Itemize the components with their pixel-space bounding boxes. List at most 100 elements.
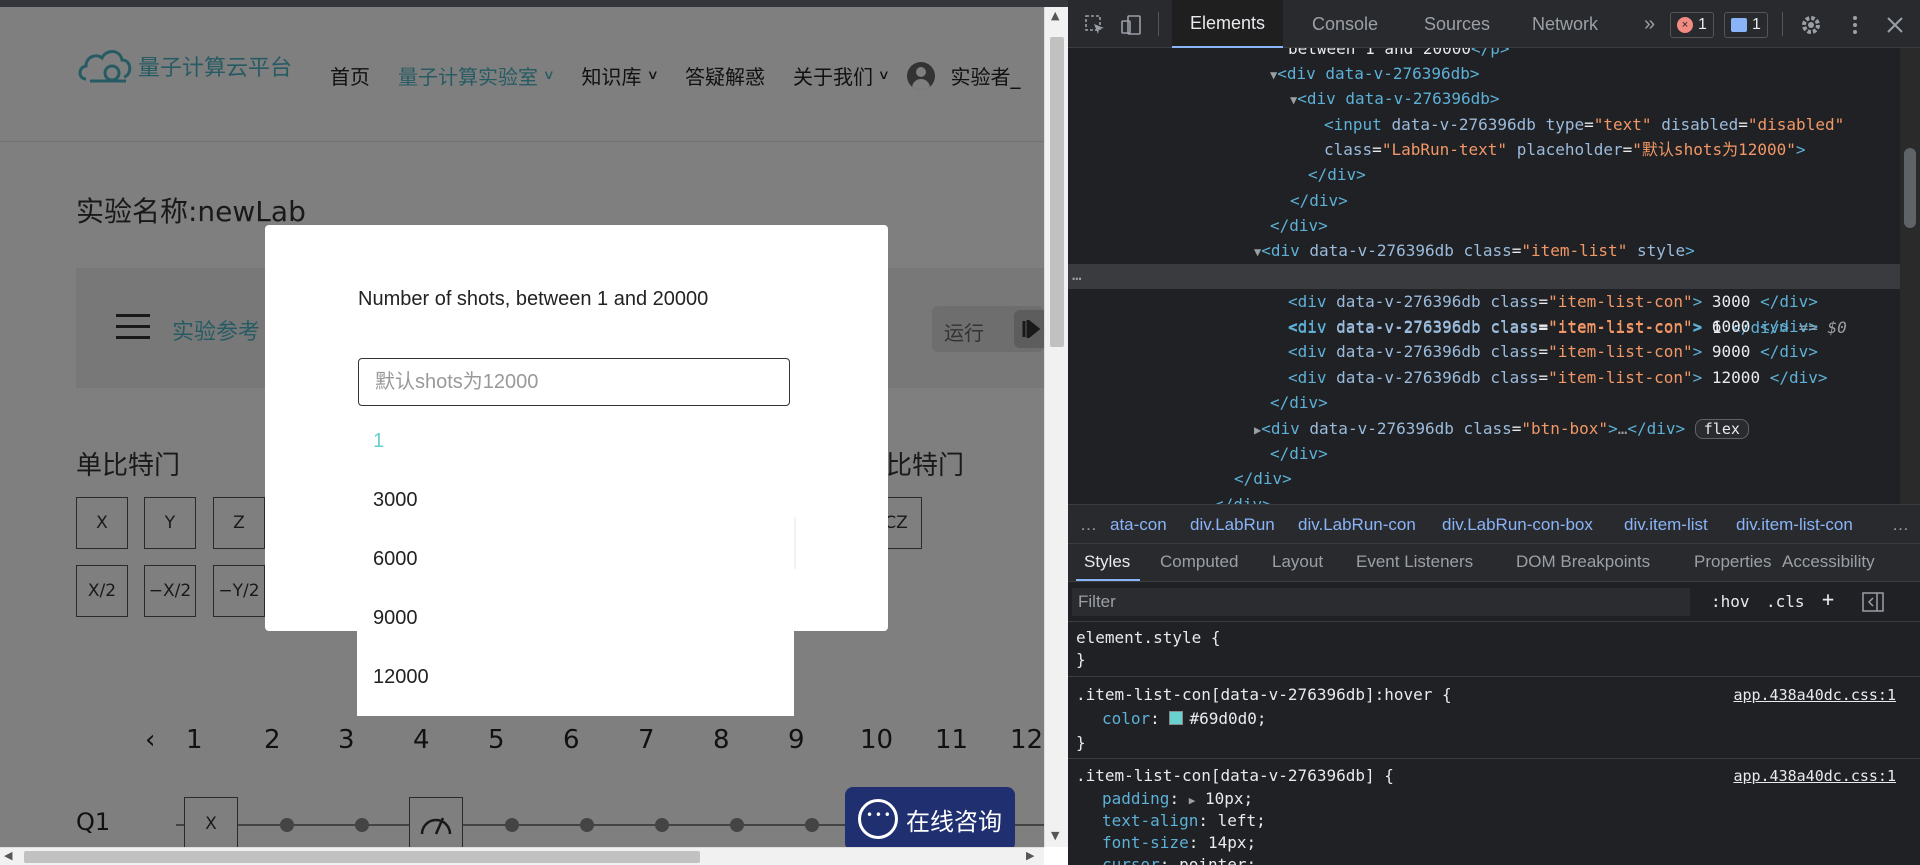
dom-node-close[interactable]: </div>	[1234, 466, 1292, 491]
dom-node-close[interactable]: </div>	[1214, 492, 1272, 504]
dom-node[interactable]: ▼<div data-v-276396db>	[1290, 86, 1500, 111]
dom-node-input-cont[interactable]: class="LabRun-text" placeholder="默认shots…	[1324, 137, 1806, 162]
rule-declaration[interactable]: cursor: pointer;	[1102, 854, 1256, 865]
styles-filter-row: :hov .cls +	[1068, 582, 1920, 622]
rule-declaration[interactable]: font-size: 14px;	[1102, 832, 1256, 854]
online-consult-button[interactable]: 在线咨询	[845, 787, 1015, 851]
subtab-properties[interactable]: Properties	[1694, 552, 1771, 572]
rule-declaration[interactable]: color: #69d0d0;	[1102, 708, 1267, 730]
styles-filter-input[interactable]	[1072, 588, 1690, 616]
subtab-accessibility[interactable]: Accessibility	[1782, 552, 1875, 572]
devtools-panel: Elements Console Sources Network » × 1 1…	[1068, 0, 1920, 865]
shots-options-list: 1 3000 6000 9000 12000	[357, 412, 794, 716]
dom-node-close[interactable]: </div>	[1290, 188, 1348, 213]
class-toggle[interactable]: .cls	[1766, 592, 1805, 611]
scroll-right-icon[interactable]: ▶	[1026, 849, 1034, 862]
scrollbar-thumb[interactable]	[1050, 37, 1064, 347]
flex-badge[interactable]: flex	[1694, 419, 1749, 439]
dom-node-btn-box[interactable]: ▶<div data-v-276396db class="btn-box">…<…	[1254, 416, 1749, 441]
close-devtools-icon[interactable]	[1884, 14, 1906, 36]
dom-node-input[interactable]: <input data-v-276396db type="text" disab…	[1324, 112, 1844, 137]
dom-node-item[interactable]: <div data-v-276396db class="item-list-co…	[1288, 339, 1818, 364]
dom-tree-scrollbar[interactable]	[1900, 48, 1920, 504]
subtab-layout[interactable]: Layout	[1272, 552, 1323, 572]
breadcrumb-item[interactable]: ata-con	[1110, 515, 1167, 535]
scroll-up-icon[interactable]: ▲	[1051, 9, 1059, 22]
scroll-down-icon[interactable]: ▼	[1051, 829, 1059, 842]
error-count-badge[interactable]: × 1	[1670, 12, 1714, 38]
tabbar-divider	[1158, 12, 1159, 36]
dom-node-close[interactable]: </div>	[1270, 390, 1328, 415]
scrollbar-thumb[interactable]	[24, 851, 700, 863]
dom-node-item[interactable]: <div data-v-276396db class="item-list-co…	[1288, 314, 1818, 339]
shots-option[interactable]: 12000	[357, 648, 794, 707]
shots-option[interactable]: 9000	[357, 589, 794, 648]
rule-selector[interactable]: .item-list-con[data-v-276396db]:hover {	[1076, 684, 1452, 706]
inspect-element-icon[interactable]	[1084, 14, 1106, 36]
message-icon	[1731, 18, 1747, 32]
toggle-sidebar-icon[interactable]	[1862, 592, 1884, 612]
active-subtab-indicator	[1076, 579, 1140, 581]
dom-node[interactable]: ▼<div data-v-276396db>	[1270, 61, 1480, 86]
tab-sources[interactable]: Sources	[1406, 0, 1508, 48]
rule-declaration[interactable]: text-align: left;	[1102, 810, 1266, 832]
devtools-tabbar: Elements Console Sources Network » × 1 1	[1068, 0, 1920, 48]
new-rule-icon[interactable]: +	[1822, 587, 1834, 611]
subtab-dom-breakpoints[interactable]: DOM Breakpoints	[1516, 552, 1650, 572]
browser-top-edge	[0, 0, 1068, 7]
rule-declaration[interactable]: padding: ▶ 10px;	[1102, 788, 1253, 812]
rule-brace: }	[1076, 650, 1086, 669]
dom-node-close[interactable]: </div>	[1270, 213, 1328, 238]
dom-breadcrumbs: … ata-con div.LabRun div.LabRun-con div.…	[1068, 504, 1920, 544]
error-icon: ×	[1677, 17, 1693, 33]
tabbar-divider	[1782, 12, 1783, 36]
rule-selector[interactable]: .item-list-con[data-v-276396db] {	[1076, 765, 1394, 787]
page-vertical-scrollbar[interactable]: ▲ ▼	[1044, 7, 1068, 847]
rule-source-link[interactable]: app.438a40dc.css:1	[1733, 765, 1896, 787]
rule-selector[interactable]: element.style {	[1076, 627, 1221, 649]
dom-node-item-list[interactable]: ▼<div data-v-276396db class="item-list" …	[1254, 238, 1695, 263]
device-toolbar-icon[interactable]	[1120, 14, 1142, 36]
dom-ellipsis-icon: …	[1072, 265, 1082, 284]
shots-prompt: Number of shots, between 1 and 20000	[358, 288, 709, 310]
more-tabs-icon[interactable]: »	[1626, 0, 1673, 48]
dropdown-edge	[794, 517, 796, 569]
tab-network[interactable]: Network	[1514, 0, 1616, 48]
breadcrumb-item[interactable]: div.item-list-con	[1736, 515, 1853, 535]
rule-divider	[1068, 758, 1920, 759]
shots-option[interactable]: 3000	[357, 471, 794, 530]
scrollbar-thumb[interactable]	[1904, 148, 1916, 228]
dom-node-close[interactable]: </div>	[1270, 441, 1328, 466]
settings-gear-icon[interactable]	[1800, 14, 1822, 36]
shots-input[interactable]	[358, 358, 790, 406]
tab-elements[interactable]: Elements	[1172, 0, 1284, 48]
dom-node-item[interactable]: <div data-v-276396db class="item-list-co…	[1288, 289, 1818, 314]
chat-bubble-icon	[858, 799, 898, 839]
breadcrumb-overflow-icon[interactable]: …	[1080, 515, 1097, 535]
subtab-event-listeners[interactable]: Event Listeners	[1356, 552, 1473, 572]
breadcrumb-more-icon[interactable]: …	[1892, 515, 1909, 535]
rule-source-link[interactable]: app.438a40dc.css:1	[1733, 684, 1896, 706]
rule-divider	[1068, 676, 1920, 677]
kebab-menu-icon[interactable]	[1844, 14, 1866, 36]
hover-state-toggle[interactable]: :hov	[1711, 592, 1750, 611]
dom-node-text[interactable]: between 1 and 20000</p>	[1288, 48, 1510, 61]
shots-option[interactable]: 1	[357, 412, 794, 471]
color-swatch-icon[interactable]	[1169, 711, 1184, 725]
subtab-computed[interactable]: Computed	[1160, 552, 1238, 572]
shots-option[interactable]: 6000	[357, 530, 794, 589]
breadcrumb-item[interactable]: div.LabRun	[1190, 515, 1275, 535]
dom-node-item[interactable]: <div data-v-276396db class="item-list-co…	[1288, 365, 1828, 390]
dom-node-selected[interactable]: … <div data-v-276396db class="item-list-…	[1068, 264, 1900, 337]
breadcrumb-item[interactable]: div.LabRun-con-box	[1442, 515, 1593, 535]
subtab-styles[interactable]: Styles	[1084, 552, 1130, 572]
consult-label: 在线咨询	[906, 807, 1002, 836]
dom-node-close[interactable]: </div>	[1308, 162, 1366, 187]
page-horizontal-scrollbar[interactable]: ◀ ▶	[0, 847, 1044, 865]
scroll-left-icon[interactable]: ◀	[4, 849, 12, 862]
rule-brace: }	[1076, 733, 1086, 752]
breadcrumb-item[interactable]: div.LabRun-con	[1298, 515, 1416, 535]
message-count-badge[interactable]: 1	[1724, 12, 1768, 38]
tab-console[interactable]: Console	[1294, 0, 1396, 48]
breadcrumb-item[interactable]: div.item-list	[1624, 515, 1708, 535]
